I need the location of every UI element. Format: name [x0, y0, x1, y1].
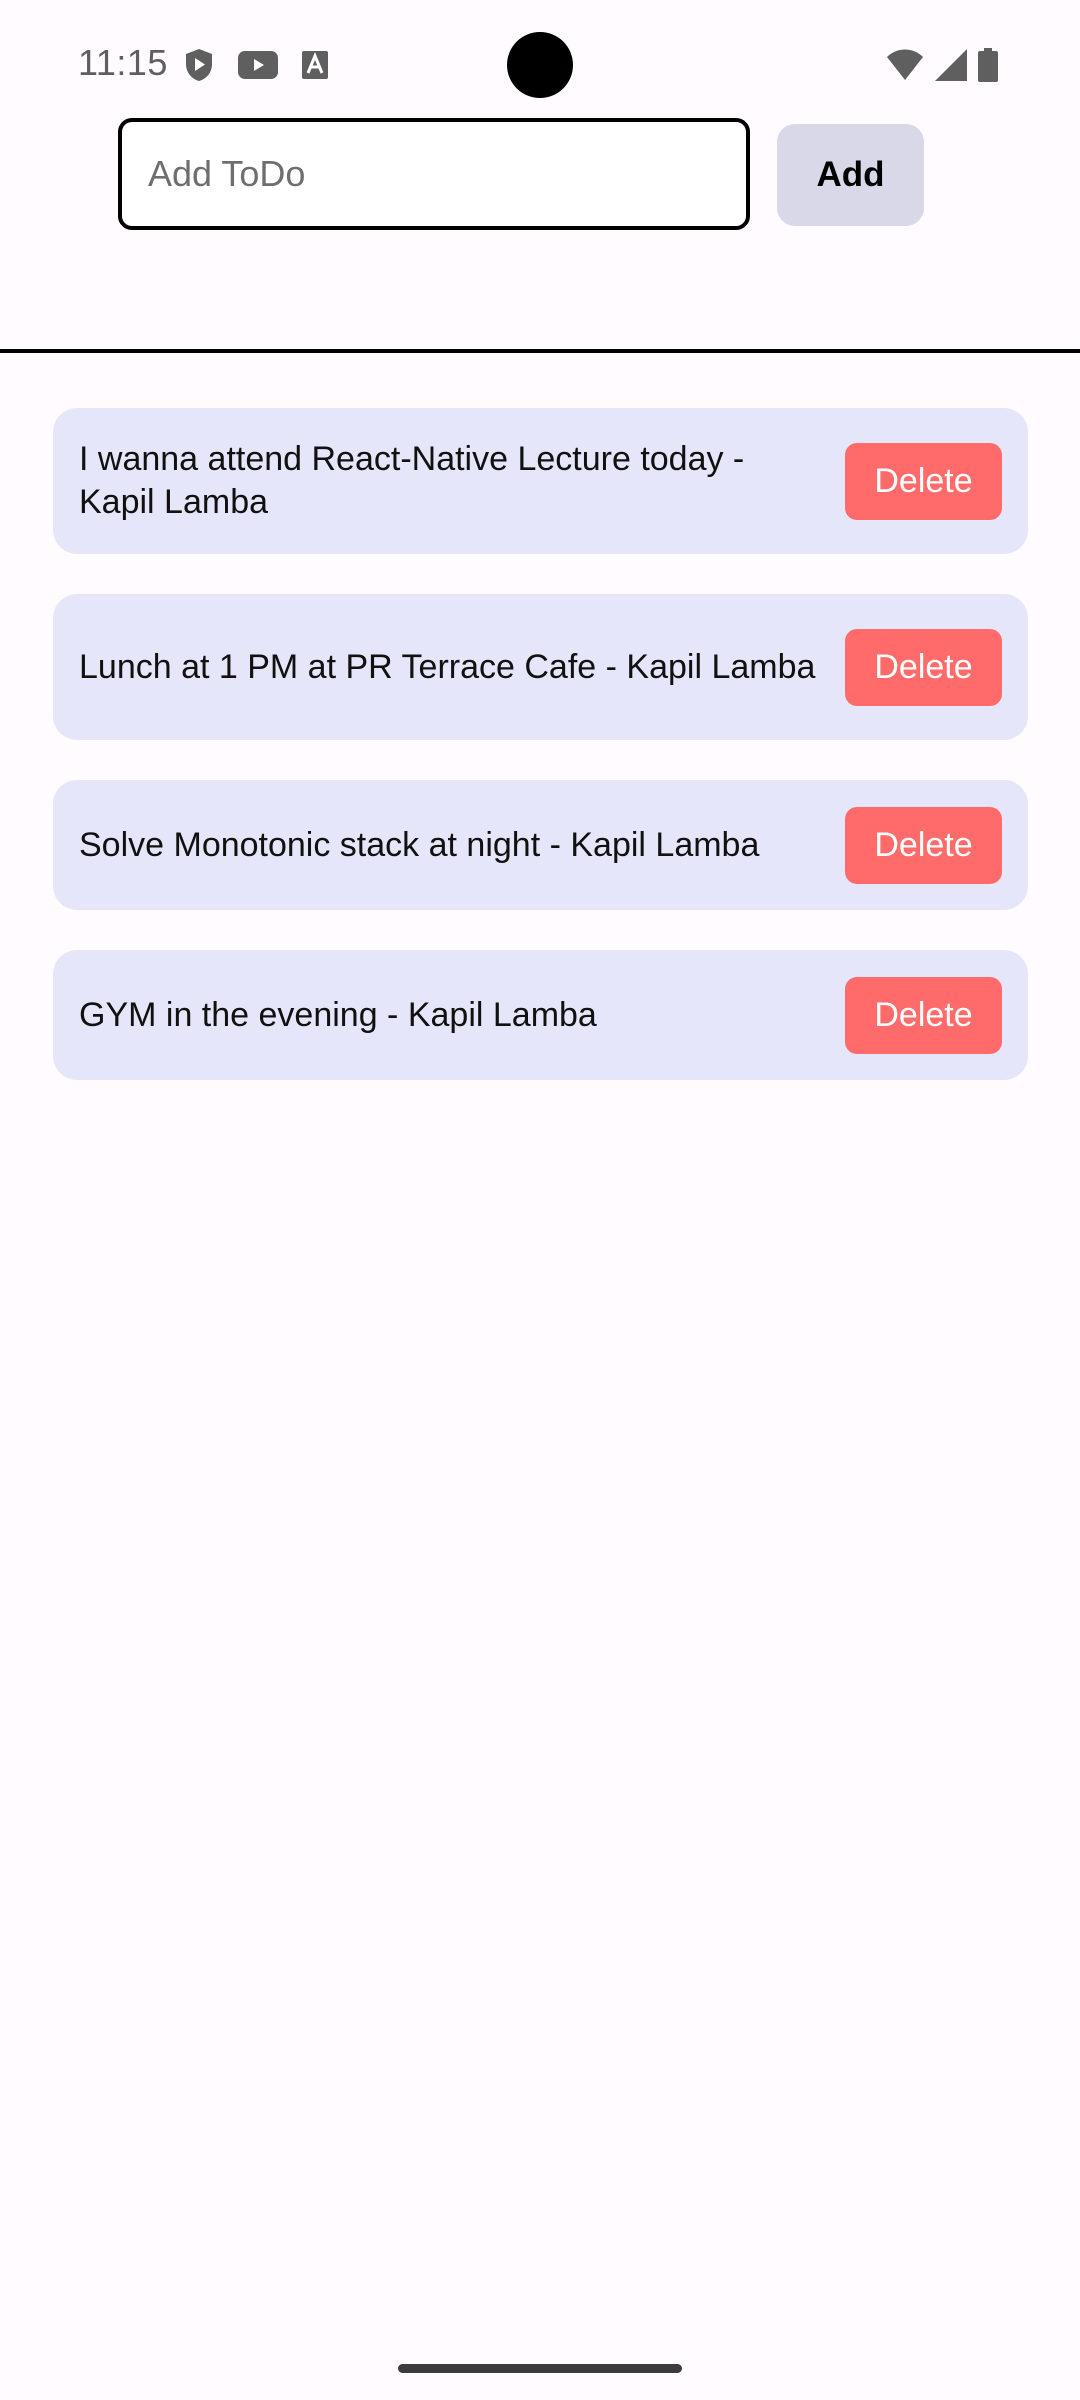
- add-button[interactable]: Add: [777, 124, 924, 226]
- status-time: 11:15: [78, 42, 168, 83]
- todo-app-screen: 11:15 Add ToDo Add I wanna attend React-…: [0, 0, 1080, 2400]
- battery-icon: [978, 48, 998, 87]
- todo-text: Lunch at 1 PM at PR Terrace Cafe - Kapil…: [79, 647, 816, 686]
- todo-item: GYM in the evening - Kapil Lamba Delete: [53, 950, 1028, 1080]
- todo-item: I wanna attend React-Native Lecture toda…: [53, 408, 1028, 554]
- status-icons-left: [184, 48, 328, 87]
- todo-list: I wanna attend React-Native Lecture toda…: [53, 408, 1028, 1120]
- delete-button[interactable]: Delete: [845, 806, 1002, 884]
- add-todo-row: Add: [118, 118, 924, 230]
- status-icons-right: [886, 48, 998, 87]
- home-indicator[interactable]: [398, 2364, 682, 2373]
- delete-button[interactable]: Delete: [845, 628, 1002, 706]
- todo-text: GYM in the evening - Kapil Lamba: [79, 995, 597, 1034]
- cellular-signal-icon: [934, 49, 968, 86]
- divider: [0, 349, 1080, 353]
- todo-text: Solve Monotonic stack at night - Kapil L…: [79, 825, 760, 864]
- delete-button[interactable]: Delete: [845, 442, 1002, 520]
- todo-item: Lunch at 1 PM at PR Terrace Cafe - Kapil…: [53, 594, 1028, 740]
- todo-item: Solve Monotonic stack at night - Kapil L…: [53, 780, 1028, 910]
- todo-text: I wanna attend React-Native Lecture toda…: [79, 440, 745, 521]
- delete-button[interactable]: Delete: [845, 976, 1002, 1054]
- shield-icon: [184, 48, 214, 87]
- front-camera: [507, 32, 573, 98]
- wifi-icon: [886, 49, 924, 86]
- youtube-icon: [238, 51, 278, 84]
- todo-input[interactable]: [118, 118, 750, 230]
- status-bar: 11:15: [0, 0, 1080, 130]
- font-icon: [302, 51, 328, 84]
